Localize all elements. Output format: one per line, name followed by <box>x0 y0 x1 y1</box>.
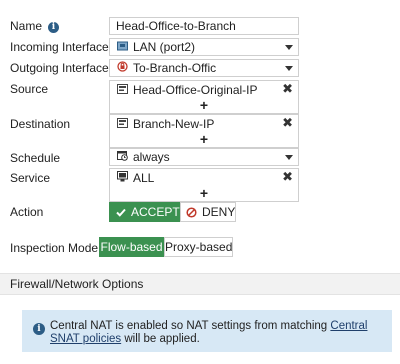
destination-entry: Branch-New-IP <box>116 116 214 132</box>
source-field[interactable]: Head-Office-Original-IP ✖ + <box>109 80 299 114</box>
section-title: Firewall/Network Options <box>10 277 144 291</box>
accept-label: ACCEPT <box>131 205 180 219</box>
add-service-button[interactable]: + <box>110 185 298 201</box>
incoming-interface-select[interactable]: LAN (port2) <box>109 38 299 56</box>
policy-edit-form: Name i Head-Office-to-Branch Incoming Int… <box>0 0 400 364</box>
chevron-down-icon <box>285 45 293 50</box>
remove-icon[interactable]: ✖ <box>282 81 293 97</box>
incoming-interface-label: Incoming Interface <box>10 40 109 54</box>
add-source-button[interactable]: + <box>110 97 298 113</box>
outgoing-interface-select[interactable]: To-Branch-Offic <box>109 59 299 77</box>
inspection-mode-label: Inspection Mode <box>10 241 99 255</box>
remove-icon[interactable]: ✖ <box>282 115 293 131</box>
service-field[interactable]: ALL ✖ + <box>109 168 299 202</box>
source-entry: Head-Office-Original-IP <box>116 82 258 98</box>
name-label: Name i <box>10 19 60 33</box>
central-nat-notice: i Central NAT is enabled so NAT settings… <box>22 310 392 352</box>
service-entry: ALL <box>116 170 154 186</box>
service-entry-label: ALL <box>133 171 155 185</box>
info-icon: i <box>33 323 45 335</box>
destination-entry-label: Branch-New-IP <box>133 117 215 131</box>
schedule-icon <box>116 149 128 165</box>
incoming-interface-value: LAN (port2) <box>133 40 196 54</box>
source-label: Source <box>10 82 49 96</box>
notice-text: Central NAT is enabled so NAT settings f… <box>50 320 385 346</box>
network-port-icon <box>116 39 128 55</box>
action-label: Action <box>10 205 44 219</box>
proxy-based-button[interactable]: Proxy-based <box>164 237 233 257</box>
address-icon <box>116 116 128 132</box>
service-icon <box>116 170 128 186</box>
source-entry-label: Head-Office-Original-IP <box>133 83 258 97</box>
schedule-value: always <box>133 150 170 164</box>
deny-button[interactable]: DENY <box>180 202 236 222</box>
destination-field[interactable]: Branch-New-IP ✖ + <box>109 114 299 148</box>
checkmark-icon <box>116 208 126 217</box>
address-icon <box>116 82 128 98</box>
outgoing-interface-value: To-Branch-Offic <box>133 61 217 75</box>
firewall-network-options-section[interactable]: Firewall/Network Options <box>0 273 400 295</box>
vpn-tunnel-icon <box>116 60 128 76</box>
deny-label: DENY <box>202 205 236 219</box>
chevron-down-icon <box>285 155 293 160</box>
notice-text-before: Central NAT is enabled so NAT settings f… <box>50 320 331 332</box>
destination-label: Destination <box>10 117 71 131</box>
chevron-down-icon <box>285 66 293 71</box>
schedule-label: Schedule <box>10 151 61 165</box>
outgoing-interface-label: Outgoing Interface <box>10 61 109 75</box>
service-label: Service <box>10 171 51 185</box>
add-destination-button[interactable]: + <box>110 131 298 147</box>
schedule-select[interactable]: always <box>109 148 299 166</box>
accept-button[interactable]: ACCEPT <box>109 202 180 222</box>
name-input-value: Head-Office-to-Branch <box>116 19 236 33</box>
flow-based-button[interactable]: Flow-based <box>99 237 164 257</box>
info-icon[interactable]: i <box>48 22 60 33</box>
deny-icon <box>186 207 197 218</box>
name-input[interactable]: Head-Office-to-Branch <box>109 17 299 35</box>
remove-icon[interactable]: ✖ <box>282 169 293 185</box>
name-label-text: Name <box>10 19 43 33</box>
notice-text-after: will be applied. <box>121 333 200 345</box>
